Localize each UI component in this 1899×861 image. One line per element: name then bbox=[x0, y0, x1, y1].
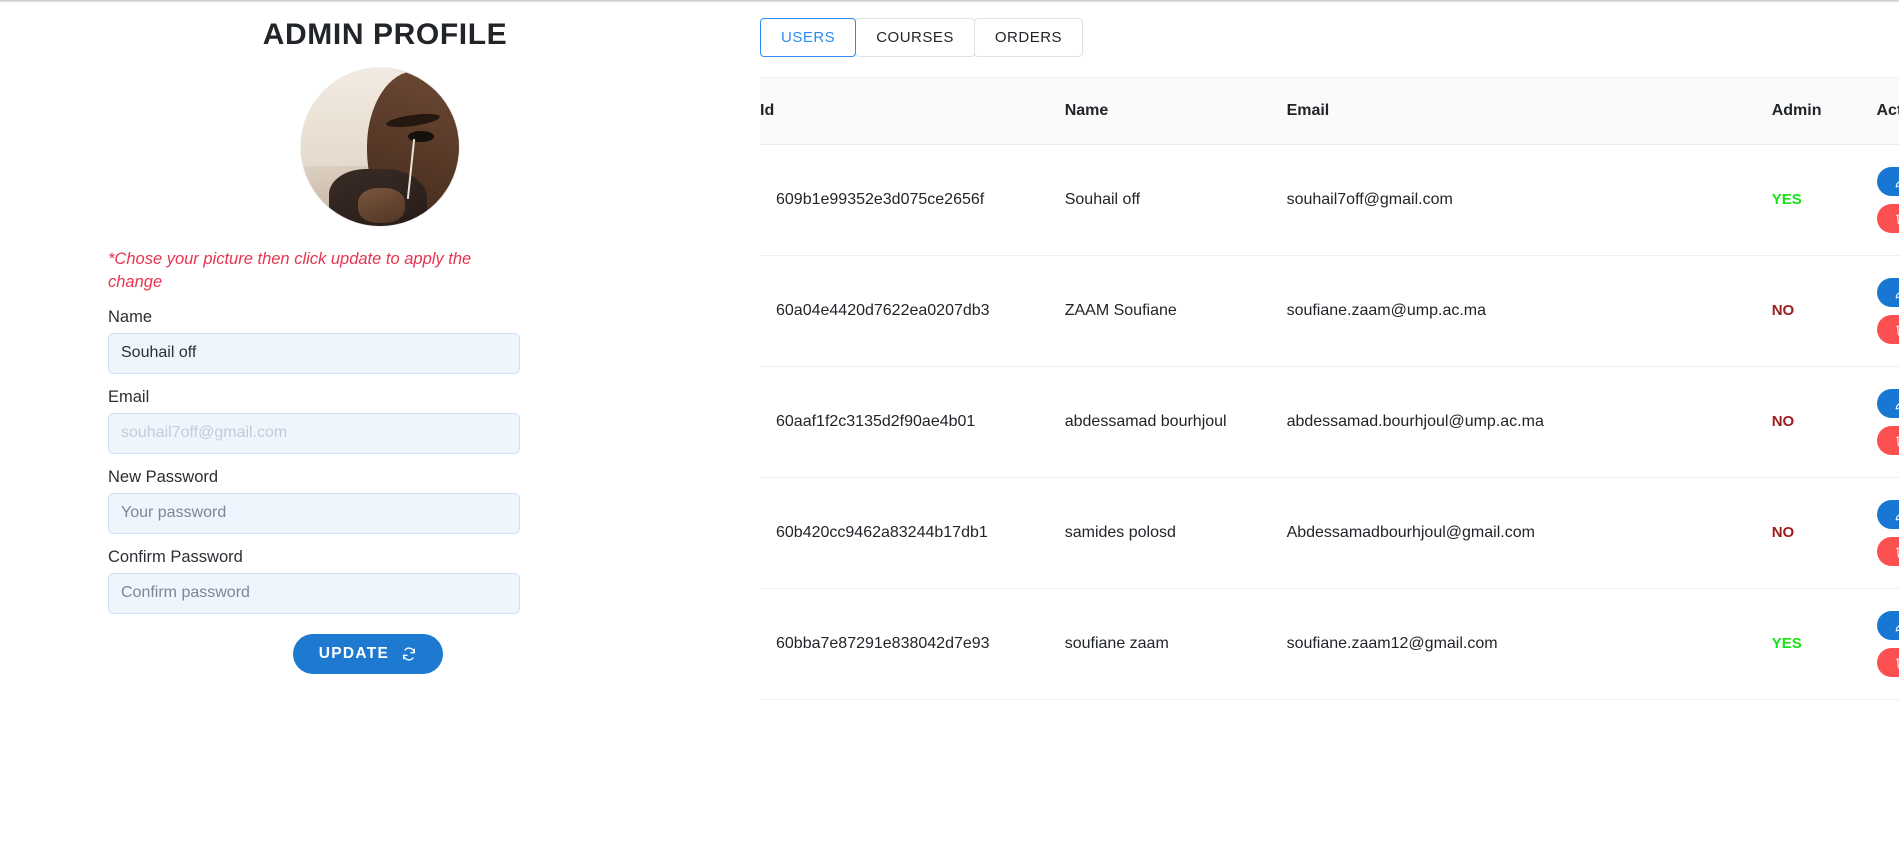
tab-bar: USERS COURSES ORDERS bbox=[760, 18, 1899, 57]
edit-button[interactable]: EDIT bbox=[1876, 167, 1899, 196]
row-actions: EDIT DELETE bbox=[1876, 500, 1899, 566]
cell-id: 60b420cc9462a83244b17db1 bbox=[760, 477, 1065, 589]
page-title: ADMIN PROFILE bbox=[262, 18, 508, 51]
cell-email: souhail7off@gmail.com bbox=[1286, 144, 1772, 256]
row-actions: EDIT DELETE bbox=[1876, 389, 1899, 455]
delete-button[interactable]: DELETE bbox=[1876, 648, 1899, 677]
users-table-body: 609b1e99352e3d075ce2656f Souhail off sou… bbox=[760, 144, 1899, 700]
update-button[interactable]: UPDATE bbox=[292, 633, 444, 674]
avatar[interactable] bbox=[301, 68, 459, 226]
trash-icon bbox=[1895, 656, 1899, 669]
cell-email: Abdessamadbourhjoul@gmail.com bbox=[1286, 477, 1772, 589]
new-password-label: New Password bbox=[108, 467, 219, 486]
pencil-icon bbox=[1895, 619, 1899, 632]
users-table: Id Name Email Admin Action 609b1e99352e3… bbox=[760, 77, 1899, 700]
status-badge: NO bbox=[1771, 413, 1795, 430]
avatar-container bbox=[0, 68, 760, 226]
name-label: Name bbox=[108, 307, 153, 326]
cell-email: abdessamad.bourhjoul@ump.ac.ma bbox=[1286, 366, 1772, 478]
cell-email: soufiane.zaam@ump.ac.ma bbox=[1286, 255, 1772, 367]
status-badge: NO bbox=[1771, 302, 1795, 319]
header-email: Email bbox=[1286, 77, 1772, 145]
cell-name: Souhail off bbox=[1064, 144, 1287, 256]
row-actions: EDIT DELETE bbox=[1876, 278, 1899, 344]
edit-button[interactable]: EDIT bbox=[1876, 278, 1899, 307]
users-panel: USERS COURSES ORDERS Id Name Email Admin… bbox=[760, 0, 1899, 861]
new-password-input[interactable] bbox=[108, 492, 520, 534]
admin-profile-page: ADMIN PROFILE *Chose your picture then c… bbox=[0, 0, 1899, 861]
email-input[interactable] bbox=[108, 412, 520, 454]
email-label: Email bbox=[108, 387, 150, 406]
tab-orders[interactable]: ORDERS bbox=[973, 18, 1084, 57]
trash-icon bbox=[1895, 434, 1899, 447]
cell-name: ZAAM Soufiane bbox=[1064, 255, 1287, 367]
header-admin: Admin bbox=[1771, 77, 1877, 145]
delete-button[interactable]: DELETE bbox=[1876, 204, 1899, 233]
picture-hint-text: *Chose your picture then click update to… bbox=[108, 250, 472, 291]
trash-icon bbox=[1895, 212, 1899, 225]
cell-email: soufiane.zaam12@gmail.com bbox=[1286, 588, 1772, 700]
edit-button[interactable]: EDIT bbox=[1876, 389, 1899, 418]
delete-button[interactable]: DELETE bbox=[1876, 426, 1899, 455]
tab-courses[interactable]: COURSES bbox=[855, 18, 975, 57]
status-badge: NO bbox=[1771, 524, 1795, 541]
profile-panel: ADMIN PROFILE *Chose your picture then c… bbox=[0, 0, 760, 861]
table-header-row: Id Name Email Admin Action bbox=[760, 77, 1899, 145]
table-row: 60bba7e87291e838042d7e93 soufiane zaam s… bbox=[760, 588, 1899, 700]
table-row: 60aaf1f2c3135d2f90ae4b01 abdessamad bour… bbox=[760, 366, 1899, 478]
header-name: Name bbox=[1064, 77, 1287, 145]
cell-name: abdessamad bourhjoul bbox=[1064, 366, 1287, 478]
name-input[interactable] bbox=[108, 332, 520, 374]
row-actions: EDIT DELETE bbox=[1876, 167, 1899, 233]
cell-id: 60aaf1f2c3135d2f90ae4b01 bbox=[760, 366, 1065, 478]
delete-button[interactable]: DELETE bbox=[1876, 537, 1899, 566]
table-row: 60b420cc9462a83244b17db1 samides polosd … bbox=[760, 477, 1899, 589]
confirm-password-input[interactable] bbox=[108, 572, 520, 614]
update-button-row: UPDATE bbox=[108, 633, 628, 674]
trash-icon bbox=[1895, 545, 1899, 558]
users-table-head: Id Name Email Admin Action bbox=[760, 77, 1899, 145]
confirm-password-label: Confirm Password bbox=[108, 547, 243, 566]
pencil-icon bbox=[1895, 508, 1899, 521]
header-action: Action bbox=[1876, 77, 1899, 145]
cell-id: 60bba7e87291e838042d7e93 bbox=[760, 588, 1065, 700]
delete-button[interactable]: DELETE bbox=[1876, 315, 1899, 344]
cell-id: 609b1e99352e3d075ce2656f bbox=[760, 144, 1065, 256]
edit-button[interactable]: EDIT bbox=[1876, 611, 1899, 640]
cell-id: 60a04e4420d7622ea0207db3 bbox=[760, 255, 1065, 367]
edit-button[interactable]: EDIT bbox=[1876, 500, 1899, 529]
row-actions: EDIT DELETE bbox=[1876, 611, 1899, 677]
pencil-icon bbox=[1895, 286, 1899, 299]
cell-name: samides polosd bbox=[1064, 477, 1287, 589]
cell-name: soufiane zaam bbox=[1064, 588, 1287, 700]
status-badge: YES bbox=[1771, 191, 1802, 208]
sync-refresh-icon bbox=[401, 646, 417, 662]
trash-icon bbox=[1895, 323, 1899, 336]
table-row: 60a04e4420d7622ea0207db3 ZAAM Soufiane s… bbox=[760, 255, 1899, 367]
status-badge: YES bbox=[1771, 635, 1802, 652]
pencil-icon bbox=[1895, 175, 1899, 188]
avatar-photo-hand bbox=[357, 188, 406, 223]
tab-users[interactable]: USERS bbox=[760, 18, 857, 57]
pencil-icon bbox=[1895, 397, 1899, 410]
update-button-label: UPDATE bbox=[318, 644, 390, 662]
table-row: 609b1e99352e3d075ce2656f Souhail off sou… bbox=[760, 144, 1899, 256]
header-id: Id bbox=[760, 77, 1065, 145]
